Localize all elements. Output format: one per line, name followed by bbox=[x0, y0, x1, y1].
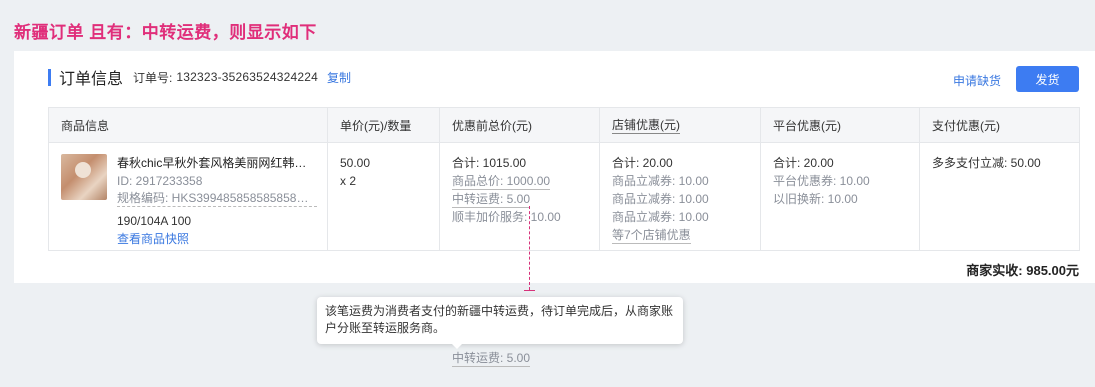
transfer-fee-tooltip: 该笔运费为消费者支付的新疆中转运费，待订单完成后，从商家账户分账至转运服务商。 bbox=[317, 297, 683, 344]
section-title: 订单信息 bbox=[59, 71, 124, 88]
price-cell: 50.00 x 2 bbox=[328, 143, 440, 250]
ship-button[interactable]: 发货 bbox=[1016, 66, 1079, 92]
product-name[interactable]: 春秋chic早秋外套风格美丽网红韩… bbox=[117, 154, 314, 172]
product-sku[interactable]: 规格编码: HKS399485858585858… bbox=[117, 190, 317, 207]
table-row: 春秋chic早秋外套风格美丽网红韩… ID: 2917233358 规格编码: … bbox=[49, 143, 1079, 250]
unit-price: 50.00 bbox=[340, 156, 371, 170]
goods-total[interactable]: 商品总价: 1000.00 bbox=[452, 174, 551, 190]
merchant-received-amount: 商家实收: 985.00元 bbox=[966, 263, 1079, 278]
platform-coupon: 平台优惠券: 10.00 bbox=[773, 174, 870, 188]
transfer-fee-anchor[interactable]: 中转运费: 5.00 bbox=[452, 351, 531, 367]
tooltip-arrow bbox=[451, 343, 463, 349]
copy-link[interactable]: 复制 bbox=[327, 69, 351, 86]
pre-total-cell: 合计: 1015.00 商品总价: 1000.00 中转运费: 5.00 顺丰加… bbox=[440, 143, 600, 250]
product-id: ID: 2917233358 bbox=[117, 174, 203, 188]
col-store-discount-label[interactable]: 店铺优惠(元) bbox=[612, 116, 680, 134]
col-unit-price-qty: 单价(元)/数量 bbox=[328, 108, 440, 142]
product-thumbnail[interactable] bbox=[61, 154, 107, 200]
product-cell: 春秋chic早秋外套风格美丽网红韩… ID: 2917233358 规格编码: … bbox=[49, 143, 328, 250]
order-info-card: 订单信息 订单号: 132323-35263524324224 复制 申请缺货 … bbox=[14, 51, 1095, 283]
col-pre-discount-total: 优惠前总价(元) bbox=[440, 108, 600, 142]
pay-discount-cell: 多多支付立减: 50.00 bbox=[920, 143, 1079, 250]
view-snapshot-link[interactable]: 查看商品快照 bbox=[117, 230, 317, 248]
col-store-discount: 店铺优惠(元) bbox=[600, 108, 761, 142]
order-number-label: 订单号: bbox=[133, 70, 173, 85]
pay-discount: 多多支付立减: 50.00 bbox=[932, 156, 1041, 170]
pre-total-sum: 合计: 1015.00 bbox=[452, 156, 527, 170]
order-table: 商品信息 单价(元)/数量 优惠前总价(元) 店铺优惠(元) 平台优惠(元) 支… bbox=[48, 107, 1080, 251]
transfer-fee[interactable]: 中转运费: 5.00 bbox=[452, 192, 531, 208]
more-store-discounts[interactable]: 等7个店铺优惠 bbox=[612, 228, 691, 244]
table-header: 商品信息 单价(元)/数量 优惠前总价(元) 店铺优惠(元) 平台优惠(元) 支… bbox=[49, 108, 1079, 143]
platform-discount-cell: 合计: 20.00 平台优惠券: 10.00 以旧换新: 10.00 bbox=[761, 143, 920, 250]
col-pay-discount: 支付优惠(元) bbox=[932, 118, 1000, 133]
apply-out-of-stock-link[interactable]: 申请缺货 bbox=[953, 72, 1001, 89]
store-discount-sum: 合计: 20.00 bbox=[612, 156, 673, 170]
store-coupon-3: 商品立减券: 10.00 bbox=[612, 210, 709, 224]
sf-service-fee: 顺丰加价服务: 10.00 bbox=[452, 210, 561, 224]
order-number-value: 132323-35263524324224 bbox=[176, 70, 319, 84]
col-product-info: 商品信息 bbox=[49, 108, 328, 142]
annotation-banner: 新疆订单 且有：中转运费，则显示如下 bbox=[14, 23, 317, 42]
annotation-guide-tick bbox=[524, 290, 535, 291]
title-accent-bar bbox=[48, 68, 51, 86]
store-coupon-1: 商品立减券: 10.00 bbox=[612, 174, 709, 188]
product-spec: 190/104A 100 bbox=[117, 214, 192, 228]
store-discount-cell: 合计: 20.00 商品立减券: 10.00 商品立减券: 10.00 商品立减… bbox=[600, 143, 761, 250]
quantity: x 2 bbox=[340, 174, 357, 188]
card-header: 订单信息 订单号: 132323-35263524324224 复制 bbox=[48, 67, 351, 88]
store-coupon-2: 商品立减券: 10.00 bbox=[612, 192, 709, 206]
annotation-guide-line bbox=[529, 206, 530, 290]
col-platform-discount: 平台优惠(元) bbox=[761, 108, 920, 142]
platform-discount-sum: 合计: 20.00 bbox=[773, 156, 834, 170]
trade-in: 以旧换新: 10.00 bbox=[773, 192, 858, 206]
